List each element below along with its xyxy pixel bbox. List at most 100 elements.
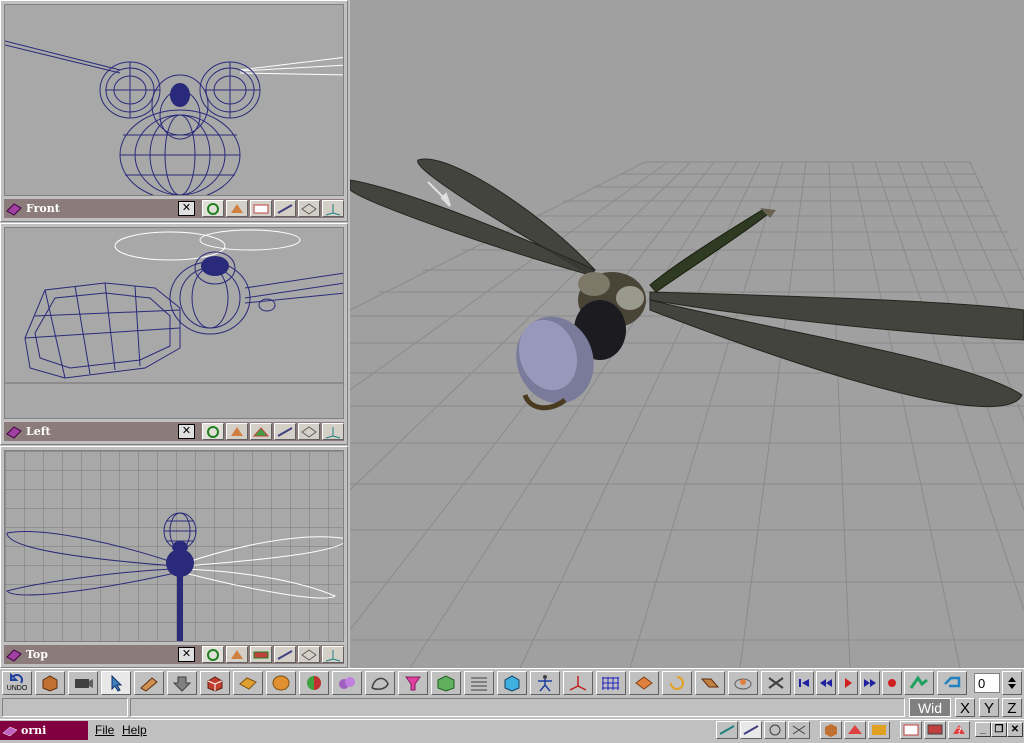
top-close-button[interactable]: ✕	[178, 647, 195, 662]
left-close-button[interactable]: ✕	[178, 424, 195, 439]
perspective-scene[interactable]	[350, 0, 1024, 668]
loop-button[interactable]	[662, 670, 692, 695]
front-shaded-view-icon[interactable]	[250, 200, 272, 217]
axis-x-toggle[interactable]: X	[955, 698, 975, 717]
record-icon	[888, 678, 896, 687]
record-button[interactable]	[882, 670, 902, 695]
view-left-button[interactable]	[740, 721, 762, 739]
top-pan-view-icon[interactable]	[226, 646, 248, 663]
front-viewport-canvas[interactable]	[4, 4, 344, 196]
top-rotate-view-icon[interactable]	[202, 646, 224, 663]
render-button[interactable]	[431, 670, 461, 695]
loop-anim-button[interactable]	[937, 670, 967, 695]
rewind-button[interactable]	[816, 670, 836, 695]
top-axis-view-icon[interactable]	[322, 646, 344, 663]
texture-button[interactable]	[200, 670, 230, 695]
scale-button[interactable]	[695, 670, 725, 695]
view-persp-button[interactable]	[788, 721, 810, 739]
undo-button[interactable]: UNDO	[2, 670, 32, 695]
play-icon	[845, 677, 852, 688]
light-button[interactable]	[398, 670, 428, 695]
material-lib-button[interactable]	[820, 721, 842, 739]
help-icon-button[interactable]: ?	[948, 721, 970, 739]
top-grid-view-icon[interactable]	[298, 646, 320, 663]
help-menu[interactable]: Help	[122, 723, 147, 737]
axis-y-toggle[interactable]: Y	[979, 698, 999, 717]
top-viewport-label: Top	[26, 648, 48, 661]
grid-icon	[602, 676, 619, 690]
path-icon	[909, 674, 928, 689]
top-shaded-view-icon[interactable]	[250, 646, 272, 663]
rotate-button[interactable]	[629, 670, 659, 695]
left-axis-view-icon[interactable]	[322, 423, 344, 440]
fast-forward-button[interactable]	[860, 670, 880, 695]
material-button[interactable]	[233, 670, 263, 695]
create-cube-button[interactable]	[35, 670, 65, 695]
frame-number-field[interactable]: 0	[974, 672, 1000, 693]
viewport-camera-icon[interactable]	[4, 423, 24, 440]
viewport-camera-icon[interactable]	[4, 646, 24, 663]
select-arrow-button[interactable]	[101, 670, 131, 695]
status-bar: Wid X Y Z	[0, 697, 1024, 719]
down-arrow-icon	[172, 676, 192, 692]
keyframe-button[interactable]	[761, 670, 791, 695]
viewport-camera-icon[interactable]	[4, 200, 24, 217]
front-viewport[interactable]: Front ✕	[0, 0, 348, 222]
metaball-button[interactable]	[332, 670, 362, 695]
first-frame-button[interactable]	[794, 670, 814, 695]
restore-button[interactable]: ❐	[991, 722, 1007, 737]
left-viewport[interactable]: Left ✕	[0, 223, 348, 445]
layout-icon	[903, 724, 919, 736]
status-field-left	[2, 698, 128, 717]
front-close-button[interactable]: ✕	[178, 201, 195, 216]
timeline-button[interactable]	[464, 670, 494, 695]
color-wheel-icon	[307, 675, 321, 690]
effects-button[interactable]	[868, 721, 890, 739]
view-front-button[interactable]	[716, 721, 738, 739]
scale-icon	[700, 678, 720, 687]
perspective-viewport[interactable]	[350, 0, 1024, 668]
left-shaded-view-icon[interactable]	[250, 423, 272, 440]
svg-text:?: ?	[957, 727, 962, 737]
left-viewport-canvas[interactable]	[4, 227, 344, 419]
view-top-button[interactable]	[764, 721, 786, 739]
left-grid-view-icon[interactable]	[298, 423, 320, 440]
left-rotate-view-icon[interactable]	[202, 423, 224, 440]
camera-button[interactable]	[68, 670, 98, 695]
spline-button[interactable]	[365, 670, 395, 695]
top-zoom-view-icon[interactable]	[274, 646, 296, 663]
grid-button[interactable]	[596, 670, 626, 695]
animate-path-button[interactable]	[904, 670, 934, 695]
timeline-icon	[471, 677, 487, 690]
file-menu[interactable]: File	[95, 723, 114, 737]
axes-button[interactable]	[563, 670, 593, 695]
front-grid-view-icon[interactable]	[298, 200, 320, 217]
top-viewport-canvas[interactable]	[4, 450, 344, 642]
front-viewport-titlebar: Front ✕	[4, 199, 344, 218]
front-axis-view-icon[interactable]	[322, 200, 344, 217]
left-zoom-view-icon[interactable]	[274, 423, 296, 440]
sphere-button[interactable]	[266, 670, 296, 695]
play-button[interactable]	[838, 670, 858, 695]
orbit-button[interactable]	[728, 670, 758, 695]
top-viewport[interactable]: Top ✕	[0, 446, 348, 668]
app-title-badge[interactable]: orni	[0, 721, 88, 740]
paint-button[interactable]	[844, 721, 866, 739]
front-rotate-view-icon[interactable]	[202, 200, 224, 217]
front-pan-view-icon[interactable]	[226, 200, 248, 217]
monitor-button[interactable]	[924, 721, 946, 739]
window-layout-button[interactable]	[900, 721, 922, 739]
color-button[interactable]	[299, 670, 329, 695]
frame-spinner[interactable]	[1002, 670, 1022, 695]
axis-z-toggle[interactable]: Z	[1002, 698, 1022, 717]
first-frame-icon	[799, 678, 809, 687]
left-pan-view-icon[interactable]	[226, 423, 248, 440]
move-button[interactable]	[134, 670, 164, 695]
close-window-button[interactable]: ✕	[1007, 722, 1023, 737]
coordinate-mode-toggle[interactable]: Wid	[909, 698, 951, 717]
minimize-button[interactable]: _	[975, 722, 991, 737]
figure-button[interactable]	[530, 670, 560, 695]
front-zoom-view-icon[interactable]	[274, 200, 296, 217]
box-button[interactable]	[497, 670, 527, 695]
drop-down-button[interactable]	[167, 670, 197, 695]
